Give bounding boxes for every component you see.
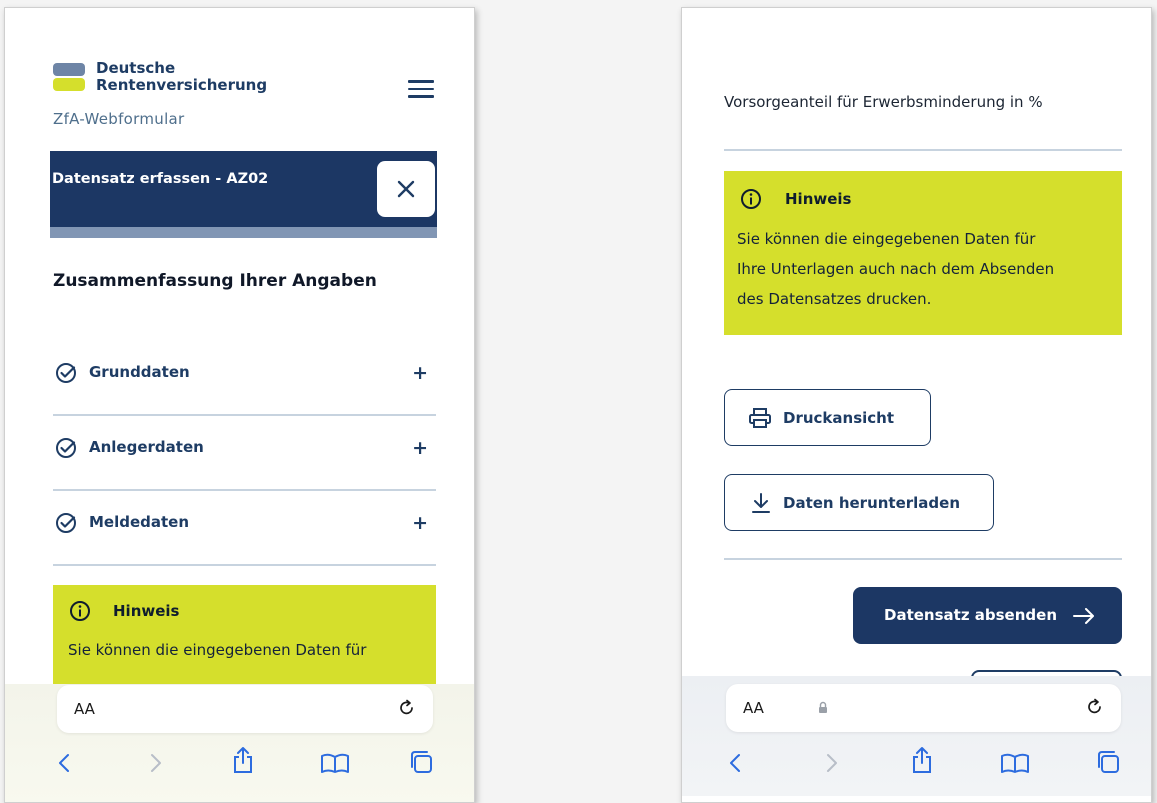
arrow-right-icon: [1073, 608, 1094, 624]
app-subtitle: ZfA-Webformular: [53, 110, 185, 128]
forward-icon[interactable]: [825, 752, 839, 774]
summary-heading: Zusammenfassung Ihrer Angaben: [53, 271, 377, 291]
hint-title: Hinweis: [113, 602, 180, 620]
check-circle-icon: [56, 438, 76, 458]
brand-line-1: Deutsche: [96, 59, 176, 77]
lock-icon: [819, 701, 827, 713]
accordion-meldedaten[interactable]: Meldedaten +: [53, 492, 436, 566]
bookmarks-icon[interactable]: [1000, 753, 1030, 773]
forward-icon[interactable]: [149, 752, 163, 774]
text-size-button[interactable]: AA: [743, 699, 764, 717]
accordion-label: Anlegerdaten: [89, 438, 204, 456]
check-circle-icon: [56, 513, 76, 533]
phone-screen-summary: Deutsche Rentenversicherung ZfA-Webformu…: [4, 7, 475, 803]
plus-icon: +: [412, 362, 428, 384]
plus-icon: +: [412, 512, 428, 534]
back-icon[interactable]: [728, 752, 742, 774]
brand-name: Deutsche Rentenversicherung: [96, 60, 267, 94]
plus-icon: +: [412, 437, 428, 459]
hint-box: Hinweis Sie können die eingegebenen Date…: [724, 171, 1122, 335]
accordion-grunddaten[interactable]: Grunddaten +: [53, 342, 436, 416]
text-size-button[interactable]: AA: [74, 700, 95, 718]
hint-text: Sie können die eingegebenen Daten für: [68, 641, 367, 659]
printer-icon: [749, 408, 771, 428]
phone-screen-submit: Vorsorgeanteil für Erwerbsminderung in %…: [681, 7, 1152, 803]
print-preview-label: Druckansicht: [783, 409, 895, 427]
accordion-label: Meldedaten: [89, 513, 190, 531]
hint-line-2: Ihre Unterlagen auch nach dem Absenden: [737, 260, 1055, 278]
back-icon[interactable]: [57, 752, 71, 774]
close-button[interactable]: [377, 161, 435, 217]
reload-icon[interactable]: [1085, 697, 1105, 717]
tabs-icon[interactable]: [1096, 750, 1122, 774]
address-bar[interactable]: AA: [726, 684, 1121, 732]
form-title: Datensatz erfassen - AZ02: [52, 171, 269, 187]
print-preview-button[interactable]: Druckansicht: [724, 389, 931, 446]
banner-stripe: [50, 227, 437, 238]
download-icon: [752, 493, 770, 513]
share-icon[interactable]: [232, 746, 254, 774]
divider: [724, 558, 1122, 560]
drv-logo: [53, 63, 85, 91]
hint-line-3: des Datensatzes drucken.: [737, 290, 932, 308]
form-header-banner: Datensatz erfassen - AZ02: [50, 151, 437, 238]
tabs-icon[interactable]: [409, 750, 435, 774]
submit-record-label: Datensatz absenden: [884, 606, 1057, 624]
hamburger-icon[interactable]: [408, 80, 434, 100]
field-label-erwerbsminderung: Vorsorgeanteil für Erwerbsminderung in %: [724, 93, 1043, 111]
accordion-label: Grunddaten: [89, 363, 190, 381]
brand-line-2: Rentenversicherung: [96, 76, 268, 94]
share-icon[interactable]: [911, 746, 933, 774]
info-icon: [741, 189, 761, 209]
address-bar[interactable]: AA: [57, 685, 433, 733]
submit-record-button[interactable]: Datensatz absenden: [853, 587, 1122, 644]
download-data-button[interactable]: Daten herunterladen: [724, 474, 994, 531]
reload-icon[interactable]: [397, 698, 417, 718]
screenshot-stage: Deutsche Rentenversicherung ZfA-Webformu…: [0, 0, 1157, 803]
divider: [724, 149, 1122, 151]
download-data-label: Daten herunterladen: [783, 494, 961, 512]
bookmarks-icon[interactable]: [320, 753, 350, 773]
hint-line-1: Sie können die eingegebenen Daten für: [737, 230, 1036, 248]
hint-title: Hinweis: [785, 190, 852, 208]
accordion-anlegerdaten[interactable]: Anlegerdaten +: [53, 417, 436, 491]
check-circle-icon: [56, 363, 76, 383]
close-icon: [397, 180, 415, 198]
info-icon: [70, 601, 90, 621]
